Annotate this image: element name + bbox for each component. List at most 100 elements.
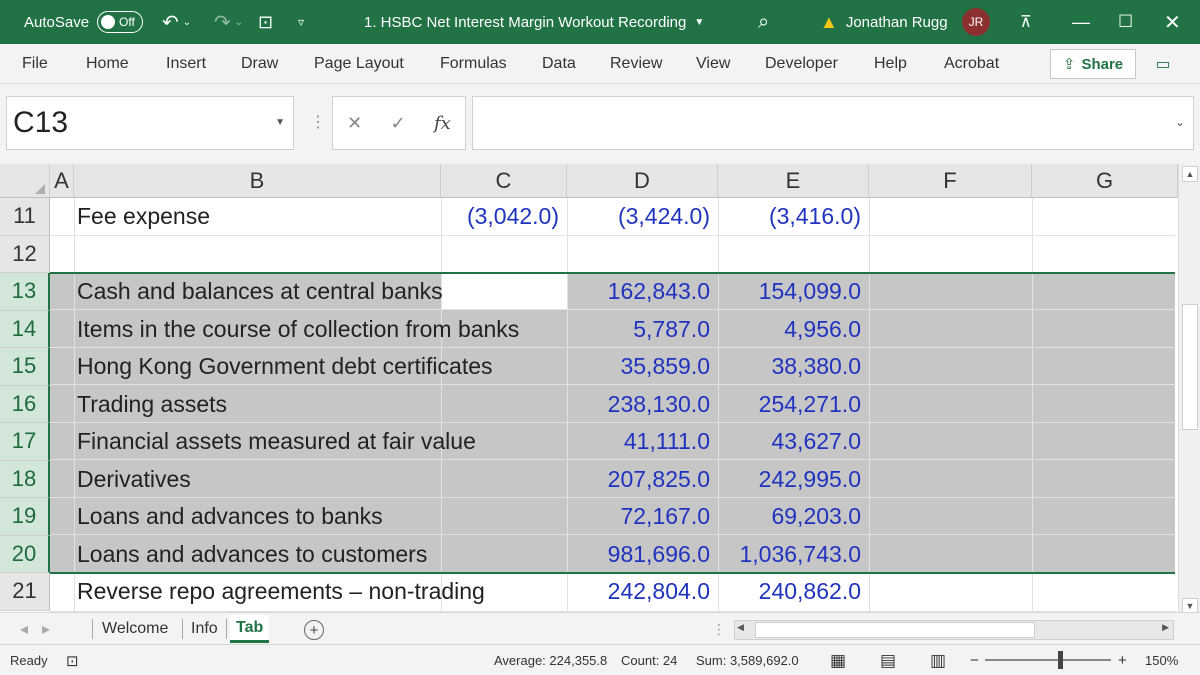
row-header-18[interactable]: 18 — [0, 460, 50, 498]
sheet-tab-info[interactable]: Info — [185, 615, 224, 643]
column-header-d[interactable]: D — [567, 164, 718, 198]
row-header-16[interactable]: 16 — [0, 385, 50, 423]
tab-insert[interactable]: Insert — [166, 44, 206, 84]
tab-page-layout[interactable]: Page Layout — [314, 44, 404, 84]
name-box[interactable]: C13 ▼ — [6, 96, 294, 150]
horizontal-scrollbar[interactable]: ◀ ▶ — [734, 620, 1174, 640]
scroll-left-icon[interactable]: ◀ — [737, 622, 744, 633]
tab-home[interactable]: Home — [86, 44, 129, 84]
scroll-right-icon[interactable]: ▶ — [1162, 622, 1169, 633]
column-header-c[interactable]: C — [441, 164, 567, 198]
page-break-view-icon[interactable]: ▥ — [930, 645, 946, 675]
row-header-17[interactable]: 17 — [0, 423, 50, 461]
close-icon[interactable]: ✕ — [1164, 0, 1181, 44]
cell-d17[interactable]: 41,111.0 — [567, 423, 718, 461]
horizontal-scrollbar-thumb[interactable] — [755, 622, 1035, 638]
cell-d18[interactable]: 207,825.0 — [567, 461, 718, 499]
cancel-icon[interactable]: ✕ — [347, 113, 362, 134]
cell-b17[interactable]: Financial assets measured at fair value — [50, 423, 476, 461]
redo-icon[interactable]: ↷ ⌄ — [214, 0, 243, 44]
cell-b19[interactable]: Loans and advances to banks — [50, 498, 441, 536]
add-sheet-icon[interactable]: + — [304, 620, 324, 640]
cell-e16[interactable]: 254,271.0 — [718, 386, 869, 424]
zoom-out-icon[interactable]: − — [970, 645, 979, 675]
macro-record-icon[interactable]: ⊡ — [66, 645, 79, 675]
tab-review[interactable]: Review — [610, 44, 662, 84]
camera-icon[interactable]: ⊡ — [258, 0, 273, 44]
row-header-12[interactable]: 12 — [0, 235, 50, 273]
tab-formulas[interactable]: Formulas — [440, 44, 507, 84]
row-header-20[interactable]: 20 — [0, 535, 50, 573]
status-average[interactable]: Average: 224,355.8 — [494, 645, 607, 675]
expand-formula-icon[interactable]: ⌄ — [1175, 115, 1185, 129]
cell-e13[interactable]: 154,099.0 — [718, 273, 869, 311]
tab-help[interactable]: Help — [874, 44, 907, 84]
cell-b14[interactable]: Items in the course of collection from b… — [50, 311, 519, 349]
zoom-slider-track[interactable] — [985, 659, 1111, 661]
normal-view-icon[interactable]: ▦ — [830, 645, 846, 675]
worksheet-grid[interactable]: A B C D E F G 11 12 13 14 15 16 17 18 19… — [0, 164, 1200, 612]
cell-b15[interactable]: Hong Kong Government debt certificates — [50, 348, 493, 386]
cell-b18[interactable]: Derivatives — [50, 461, 441, 499]
search-icon[interactable]: ⌕ — [758, 0, 769, 44]
column-header-a[interactable]: A — [50, 164, 74, 198]
autosave-control[interactable]: AutoSave Off — [24, 0, 144, 44]
column-header-f[interactable]: F — [869, 164, 1032, 198]
formula-input[interactable]: ⌄ — [472, 96, 1194, 150]
cell-b16[interactable]: Trading assets — [50, 386, 441, 424]
document-title[interactable]: 1. HSBC Net Interest Margin Workout Reco… — [364, 0, 704, 44]
split-handle-icon[interactable]: ⋮ — [712, 621, 726, 638]
row-header-13[interactable]: 13 — [0, 273, 50, 311]
undo-icon[interactable]: ↶ ⌄ — [162, 0, 191, 44]
row-header-21[interactable]: 21 — [0, 573, 50, 611]
cell-d11[interactable]: (3,424.0) — [567, 198, 718, 236]
cell-b13[interactable]: Cash and balances at central banks — [50, 273, 443, 311]
status-sum[interactable]: Sum: 3,589,692.0 — [696, 645, 799, 675]
enter-icon[interactable]: ✓ — [391, 113, 406, 134]
tab-view[interactable]: View — [696, 44, 730, 84]
column-header-g[interactable]: G — [1032, 164, 1178, 198]
select-all-corner[interactable] — [0, 164, 50, 198]
cell-e15[interactable]: 38,380.0 — [718, 348, 869, 386]
chevron-down-icon[interactable]: ▼ — [275, 117, 285, 128]
zoom-slider-thumb[interactable] — [1058, 651, 1063, 669]
scrollbar-thumb[interactable] — [1182, 304, 1198, 430]
tab-draw[interactable]: Draw — [241, 44, 278, 84]
comment-icon[interactable]: ▭ — [1152, 53, 1174, 75]
tab-data[interactable]: Data — [542, 44, 576, 84]
autosave-toggle[interactable]: Off — [97, 11, 144, 33]
more-icon[interactable]: ⋮ — [310, 112, 326, 132]
prev-sheet-icon[interactable]: ◂ — [14, 615, 34, 643]
ribbon-display-icon[interactable]: ⊼ — [1020, 0, 1032, 44]
cell-e14[interactable]: 4,956.0 — [718, 311, 869, 349]
zoom-in-icon[interactable]: + — [1118, 645, 1127, 675]
row-header-11[interactable]: 11 — [0, 198, 50, 236]
cell-e11[interactable]: (3,416.0) — [718, 198, 869, 236]
scroll-up-icon[interactable]: ▲ — [1182, 166, 1198, 182]
status-count[interactable]: Count: 24 — [621, 645, 677, 675]
cell-e20[interactable]: 1,036,743.0 — [718, 536, 869, 574]
cell-d21[interactable]: 242,804.0 — [567, 573, 718, 611]
account-area[interactable]: ▲ Jonathan Rugg — [820, 0, 948, 44]
cell-b20[interactable]: Loans and advances to customers — [50, 536, 441, 574]
sheet-tab-tab[interactable]: Tab — [230, 615, 270, 643]
sheet-tab-welcome[interactable]: Welcome — [96, 615, 174, 643]
cell-e18[interactable]: 242,995.0 — [718, 461, 869, 499]
next-sheet-icon[interactable]: ▸ — [36, 615, 56, 643]
cell-d19[interactable]: 72,167.0 — [567, 498, 718, 536]
row-header-19[interactable]: 19 — [0, 498, 50, 536]
page-layout-view-icon[interactable]: ▤ — [880, 645, 896, 675]
cell-c11[interactable]: (3,042.0) — [441, 198, 567, 236]
customize-toolbar-icon[interactable]: ▿ — [298, 0, 304, 44]
share-button[interactable]: ⇪ Share — [1050, 49, 1136, 79]
row-header-14[interactable]: 14 — [0, 310, 50, 348]
cell-e19[interactable]: 69,203.0 — [718, 498, 869, 536]
cell-d14[interactable]: 5,787.0 — [567, 311, 718, 349]
maximize-icon[interactable]: ☐ — [1118, 0, 1133, 44]
cell-b11[interactable]: Fee expense — [50, 198, 441, 236]
cell-d16[interactable]: 238,130.0 — [567, 386, 718, 424]
tab-acrobat[interactable]: Acrobat — [944, 44, 999, 84]
cell-d15[interactable]: 35,859.0 — [567, 348, 718, 386]
column-header-e[interactable]: E — [718, 164, 869, 198]
tab-file[interactable]: File — [22, 44, 48, 84]
